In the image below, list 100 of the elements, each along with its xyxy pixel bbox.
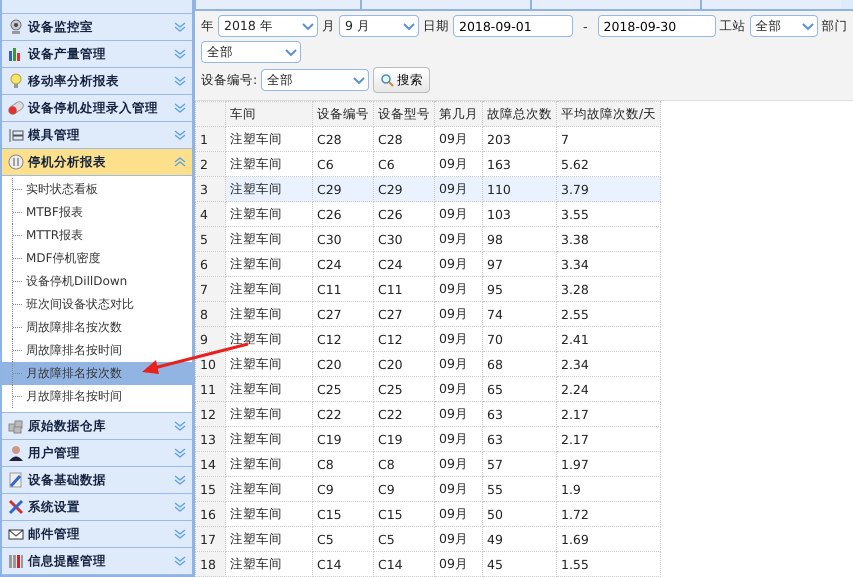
table-cell: 注塑车间 [226, 376, 312, 402]
sidebar-group-header[interactable]: 设备监控室 [2, 14, 192, 41]
table-cell: 09月 [434, 176, 482, 202]
sidebar-item[interactable]: 月故障排名按次数 [2, 362, 192, 385]
sidebar-group-header[interactable]: 系统设置 [2, 494, 192, 521]
table-cell: 3.79 [556, 176, 661, 202]
sidebar-group-header[interactable]: 停机分析报表 [2, 149, 192, 176]
table-cell: 1.55 [556, 552, 661, 576]
expand-icon [174, 421, 186, 431]
table-cell: 09月 [434, 202, 482, 226]
row-number: 8 [196, 302, 226, 326]
table-cell: C15 [374, 502, 434, 526]
table-cell: 1.69 [556, 526, 661, 552]
expand-icon [174, 49, 186, 59]
station-label: 工站 [720, 18, 746, 34]
webcam-icon [8, 19, 24, 35]
table-cell: 注塑车间 [226, 476, 312, 502]
table-cell: 09月 [434, 526, 482, 552]
sidebar-group-header[interactable]: 原始数据仓库 [2, 413, 192, 440]
table-cell: C24 [312, 252, 374, 276]
dropdown[interactable]: 全部 [201, 41, 301, 63]
row-number: 2 [196, 152, 226, 176]
table-cell: 110 [482, 176, 556, 202]
sidebar-group-header[interactable]: 用户管理 [2, 440, 192, 467]
table-cell: C28 [374, 126, 434, 152]
column-header: 平均故障次数/天 [556, 102, 661, 126]
column-header: 第几月 [434, 102, 482, 126]
start-date-field[interactable]: 2018-09-01 [453, 15, 573, 37]
tab[interactable] [361, 0, 531, 9]
search-button[interactable]: 搜索 [373, 67, 430, 93]
light-bulb-icon [8, 73, 24, 89]
sidebar-group-header[interactable]: 设备产量管理 [2, 41, 192, 68]
table-cell: C14 [312, 552, 374, 576]
row-number: 9 [196, 326, 226, 352]
table-cell: C8 [312, 452, 374, 476]
table-cell: 7 [556, 126, 661, 152]
expand-icon [174, 475, 186, 485]
table-cell: 3.38 [556, 226, 661, 252]
sidebar-group-header[interactable]: 邮件管理 [2, 521, 192, 548]
column-header: 设备型号 [374, 102, 434, 126]
expand-icon [174, 76, 186, 86]
table-cell: C8 [374, 452, 434, 476]
row-number: 17 [196, 526, 226, 552]
expand-icon [174, 22, 186, 32]
sidebar-group-header[interactable]: 移动率分析报表 [2, 68, 192, 95]
table-cell: 注塑车间 [226, 202, 312, 226]
table-cell: C5 [312, 526, 374, 552]
column-header: 车间 [226, 102, 312, 126]
sidebar-group-header[interactable]: 信息提醒管理 [2, 548, 192, 575]
table-cell: 203 [482, 126, 556, 152]
table-cell: C9 [312, 476, 374, 502]
table-cell: 63 [482, 426, 556, 452]
table-cell: C27 [312, 302, 374, 326]
dropdown[interactable]: 9 月 [339, 15, 419, 37]
sidebar-group-header[interactable]: 设备基础数据 [2, 467, 192, 494]
table-cell: 09月 [434, 402, 482, 426]
table-cell: 注塑车间 [226, 402, 312, 426]
table-cell: C12 [312, 326, 374, 352]
tab[interactable] [701, 0, 841, 9]
table-cell: 1.72 [556, 502, 661, 526]
table-cell: 2.24 [556, 376, 661, 402]
sidebar-group-header[interactable]: 模具管理 [2, 122, 192, 149]
expand-icon [174, 502, 186, 512]
table-cell: 09月 [434, 502, 482, 526]
dropdown[interactable]: 全部 [750, 15, 818, 37]
table-cell: 57 [482, 452, 556, 476]
table-cell: C24 [374, 252, 434, 276]
table-cell: C30 [312, 226, 374, 252]
dial-icon [8, 154, 24, 170]
end-date-field[interactable]: 2018-09-30 [598, 15, 716, 37]
table-cell: 2.17 [556, 426, 661, 452]
year-label: 年 [201, 18, 214, 34]
table-cell: 1.9 [556, 476, 661, 502]
column-header: 设备编号 [312, 102, 374, 126]
row-number: 4 [196, 202, 226, 226]
table-cell: 2.34 [556, 352, 661, 376]
expand-icon [174, 448, 186, 458]
dropdown[interactable]: 全部 [261, 69, 370, 91]
table-cell: C27 [374, 302, 434, 326]
row-number: 12 [196, 402, 226, 426]
table-cell: 2.41 [556, 326, 661, 352]
date-separator: - [583, 18, 588, 34]
table-cell: C26 [374, 202, 434, 226]
row-number: 6 [196, 252, 226, 276]
tab[interactable] [195, 0, 361, 9]
dropdown[interactable]: 2018 年 [218, 15, 318, 37]
table-cell: 2.17 [556, 402, 661, 426]
tab[interactable] [531, 0, 701, 9]
table-cell: 95 [482, 276, 556, 302]
device-number-label: 设备编号: [201, 72, 258, 88]
table-cell: 09月 [434, 352, 482, 376]
table-cell: C30 [374, 226, 434, 252]
table-cell: C22 [374, 402, 434, 426]
table-cell: C25 [374, 376, 434, 402]
row-number: 1 [196, 126, 226, 152]
sidebar-group-header[interactable] [2, 0, 192, 14]
table-cell: C15 [312, 502, 374, 526]
sidebar-group-header[interactable]: 设备停机处理录入管理 [2, 95, 192, 122]
date-label: 日期 [423, 18, 449, 34]
table-cell: 2.55 [556, 302, 661, 326]
